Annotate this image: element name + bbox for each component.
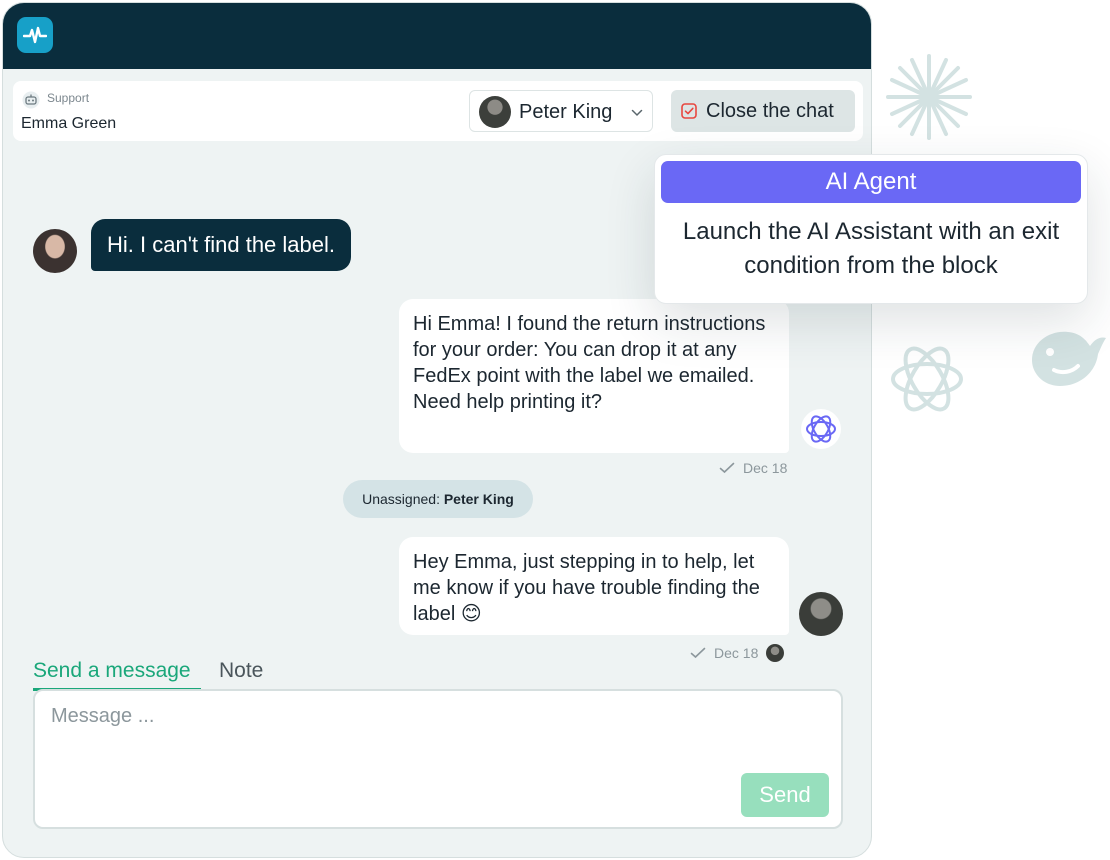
ai-avatar	[801, 409, 841, 449]
read-by-avatar	[766, 644, 785, 662]
contact-name: Emma Green	[21, 115, 117, 132]
assignee-select[interactable]: Peter King	[469, 90, 653, 132]
ai-message-meta: Dec 18	[719, 460, 787, 476]
agent-message-meta: Dec 18	[690, 644, 785, 662]
ai-agent-title: AI Agent	[661, 161, 1081, 203]
ai-agent-description: Launch the AI Assistant with an exit con…	[682, 218, 1060, 279]
assignee-name: Peter King	[519, 101, 613, 123]
chevron-down-icon	[631, 109, 643, 117]
check-icon	[690, 647, 706, 659]
customer-message: Hi. I can't find the label.	[91, 219, 351, 271]
agent-message: Hey Emma, just stepping in to help, let …	[399, 537, 789, 635]
assignee-avatar	[479, 96, 511, 128]
system-event: Unassigned: Peter King	[343, 480, 533, 518]
openai-logo-icon	[891, 346, 963, 412]
agent-avatar	[799, 592, 843, 636]
bot-icon	[22, 91, 40, 109]
system-event-prefix: Unassigned:	[362, 491, 444, 507]
pulse-icon	[23, 26, 47, 44]
system-event-name: Peter King	[443, 491, 514, 507]
ai-agent-card[interactable]: AI Agent Launch the AI Assistant with an…	[654, 154, 1088, 304]
customer-avatar	[33, 229, 77, 273]
top-bar	[3, 3, 871, 69]
close-chat-button[interactable]: Close the chat	[671, 90, 855, 132]
close-chat-label: Close the chat	[706, 100, 834, 122]
ai-message-date: Dec 18	[743, 460, 788, 476]
chat-header: Support Emma Green Peter King Close the …	[13, 81, 863, 141]
tab-send-message[interactable]: Send a message	[33, 657, 201, 691]
chat-window: Support Emma Green Peter King Close the …	[2, 2, 872, 858]
message-input[interactable]	[49, 703, 833, 767]
tab-note[interactable]: Note	[219, 657, 263, 691]
send-button[interactable]: Send	[741, 773, 829, 817]
check-square-icon	[681, 103, 697, 119]
check-icon	[719, 462, 735, 474]
sparkle-icon	[886, 54, 972, 140]
whale-logo-icon	[1032, 331, 1106, 386]
ai-message: Hi Emma! I found the return instructions…	[399, 299, 789, 453]
message-composer: Send	[33, 689, 843, 829]
support-label: Support	[47, 91, 90, 105]
app-logo[interactable]	[17, 17, 53, 53]
agent-message-date: Dec 18	[714, 645, 759, 661]
ai-assistant-icon	[806, 415, 836, 443]
